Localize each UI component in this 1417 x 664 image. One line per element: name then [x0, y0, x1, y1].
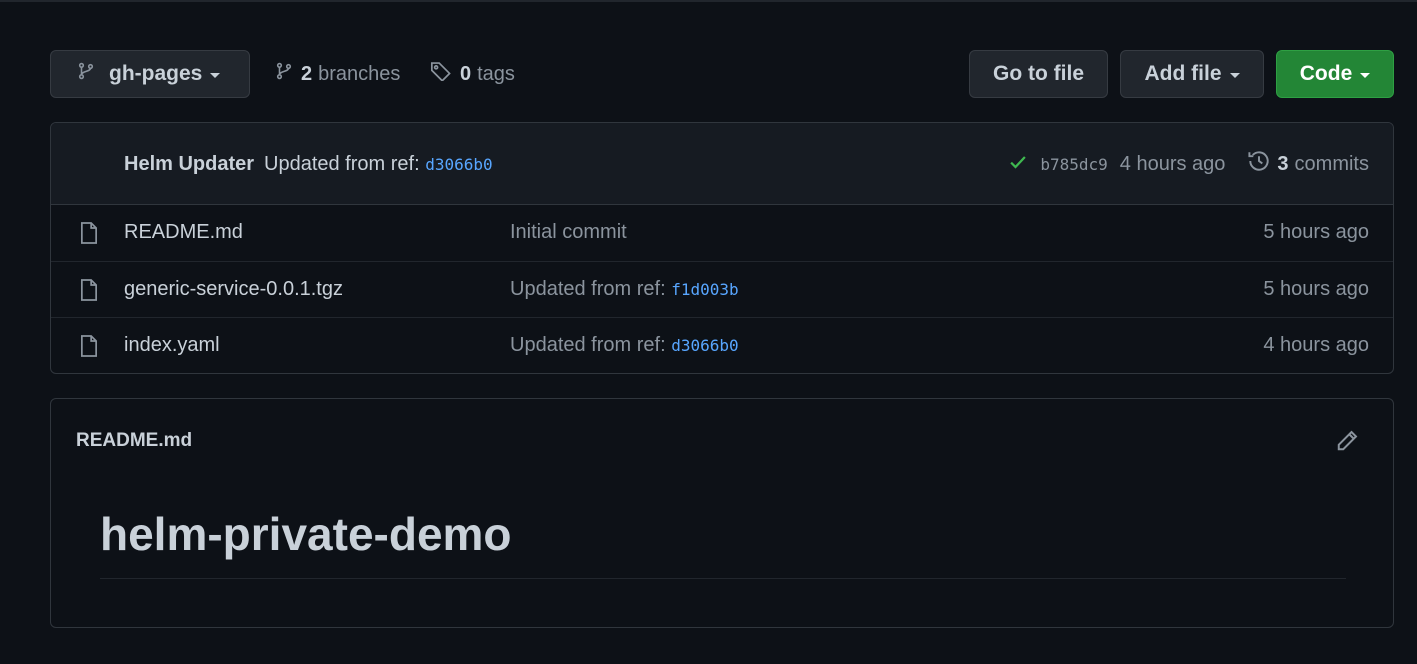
pencil-icon[interactable]: [1335, 429, 1359, 458]
commit-author[interactable]: Helm Updater: [124, 153, 254, 176]
branches-link[interactable]: 2 branches: [275, 50, 400, 98]
tag-icon: [430, 61, 460, 87]
commit-sha[interactable]: b785dc9: [1040, 155, 1107, 174]
go-to-file-label: Go to file: [993, 62, 1084, 85]
branch-selector-button[interactable]: gh-pages: [50, 50, 250, 98]
commits-link[interactable]: 3 commits: [1247, 149, 1369, 179]
branches-label: branches: [318, 62, 401, 85]
history-icon: [1247, 149, 1271, 179]
commits-count: 3: [1277, 152, 1289, 175]
readme-heading: helm-private-demo: [100, 508, 512, 560]
file-commit-message-text: Updated from ref:: [510, 278, 666, 300]
repo-toolbar: gh-pages 2 branches 0 tags Go to file Ad…: [50, 50, 1394, 98]
git-branch-icon: [77, 61, 95, 87]
commit-ref-link[interactable]: d3066b0: [425, 155, 492, 174]
commit-ref-link[interactable]: f1d003b: [671, 280, 738, 299]
file-name[interactable]: generic-service-0.0.1.tgz: [124, 278, 343, 301]
file-icon: [79, 221, 99, 250]
commit-time: 4 hours ago: [1119, 152, 1226, 175]
commit-ref-link[interactable]: d3066b0: [671, 336, 738, 355]
branch-name: gh-pages: [109, 62, 203, 85]
chevron-down-icon: [210, 72, 221, 78]
file-row[interactable]: index.yaml Updated from ref: d3066b0 4 h…: [51, 317, 1393, 373]
readme-box: README.md helm-private-demo: [50, 398, 1394, 628]
tags-count: 0: [460, 62, 472, 85]
file-commit-message[interactable]: Initial commit: [510, 221, 627, 244]
heading-divider: [100, 578, 1346, 579]
file-row[interactable]: README.md Initial commit 5 hours ago: [51, 205, 1393, 261]
commit-message[interactable]: Updated from ref: d3066b0: [264, 153, 493, 176]
tags-link[interactable]: 0 tags: [430, 50, 515, 98]
file-age: 5 hours ago: [1263, 221, 1369, 243]
go-to-file-button[interactable]: Go to file: [969, 50, 1108, 98]
file-icon: [79, 278, 99, 307]
check-icon[interactable]: [1008, 152, 1028, 177]
file-list-box: Helm Updater Updated from ref: d3066b0 b…: [50, 122, 1394, 374]
chevron-down-icon: [1360, 72, 1371, 78]
file-age: 5 hours ago: [1263, 278, 1369, 300]
commit-message-text: Updated from ref:: [264, 153, 420, 175]
git-branch-icon: [275, 61, 301, 87]
add-file-button[interactable]: Add file: [1120, 50, 1264, 98]
file-commit-message-text: Updated from ref:: [510, 334, 666, 356]
file-age: 4 hours ago: [1263, 334, 1369, 356]
file-name[interactable]: index.yaml: [124, 334, 220, 357]
top-divider: [0, 0, 1417, 2]
code-button[interactable]: Code: [1276, 50, 1394, 98]
chevron-down-icon: [1229, 72, 1240, 78]
file-commit-message[interactable]: Updated from ref: f1d003b: [510, 278, 739, 301]
latest-commit-bar: Helm Updater Updated from ref: d3066b0 b…: [51, 123, 1393, 205]
file-name[interactable]: README.md: [124, 221, 243, 244]
tags-label: tags: [477, 62, 515, 85]
add-file-label: Add file: [1144, 62, 1222, 85]
commits-label: commits: [1294, 152, 1369, 175]
commit-meta: b785dc9 4 hours ago 3 commits: [1008, 123, 1369, 205]
file-row[interactable]: generic-service-0.0.1.tgz Updated from r…: [51, 261, 1393, 317]
file-icon: [79, 334, 99, 363]
branches-count: 2: [301, 62, 313, 85]
readme-file-label[interactable]: README.md: [76, 430, 192, 452]
file-commit-message[interactable]: Updated from ref: d3066b0: [510, 334, 739, 357]
code-label: Code: [1299, 62, 1353, 85]
